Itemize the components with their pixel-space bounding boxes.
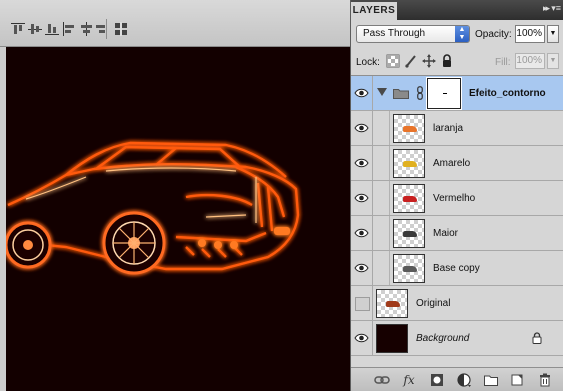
layer-thumbnail[interactable]: [393, 254, 425, 283]
layer-name: Efeito_contorno: [469, 88, 546, 99]
fill-slider-arrow-icon[interactable]: ▼: [547, 53, 559, 69]
document-image[interactable]: [6, 47, 350, 391]
tab-layers[interactable]: LAYERS: [351, 2, 397, 20]
visibility-eye-icon[interactable]: [351, 251, 373, 285]
layer-name: Original: [416, 298, 451, 309]
panel-tab-bar: LAYERS ▸▸ ▾≡: [351, 0, 563, 20]
layer-name: Base copy: [433, 263, 480, 274]
dropdown-arrows-icon: ▲ ▼: [455, 26, 469, 42]
fill-label: Fill:: [495, 57, 511, 68]
blend-mode-value: Pass Through: [363, 28, 426, 39]
layer-mask-icon[interactable]: [429, 372, 445, 388]
mask-link-chain-icon[interactable]: [417, 86, 423, 100]
panel-menu-icon[interactable]: ▾≡: [551, 3, 561, 14]
layers-panel: LAYERS ▸▸ ▾≡ Pass Through ▲ ▼ Opacity: 10…: [350, 0, 563, 391]
layer-row-original[interactable]: Original: [351, 286, 563, 321]
document-canvas[interactable]: [0, 47, 350, 391]
lock-label: Lock:: [356, 57, 380, 68]
layer-row-vermelho[interactable]: Vermelho: [351, 181, 563, 216]
collapse-panel-icon[interactable]: ▸▸: [543, 3, 550, 14]
opacity-slider-arrow-icon[interactable]: ▼: [547, 25, 559, 43]
layer-thumbnail[interactable]: [393, 184, 425, 213]
visibility-eye-icon[interactable]: [351, 321, 373, 355]
visibility-eye-icon[interactable]: [351, 111, 373, 145]
group-indent: [374, 146, 390, 180]
opacity-input[interactable]: 100%: [515, 25, 545, 43]
layer-row-base-copy[interactable]: Base copy: [351, 251, 563, 286]
align-horizontal-centers-icon[interactable]: [78, 21, 94, 37]
layer-name: Background: [416, 333, 470, 344]
lock-all-icon[interactable]: [440, 54, 454, 68]
visibility-eye-icon[interactable]: [351, 181, 373, 215]
new-layer-icon[interactable]: [509, 372, 525, 388]
align-bottom-edges-icon[interactable]: [44, 21, 60, 37]
layer-thumbnail[interactable]: [376, 324, 408, 353]
new-group-icon[interactable]: [483, 372, 499, 388]
layer-thumbnail[interactable]: [376, 289, 408, 318]
layer-name: laranja: [433, 123, 464, 134]
align-top-edges-icon[interactable]: [10, 21, 26, 37]
group-indent: [374, 216, 390, 250]
layers-list: Efeito_contorno laranja Amarelo Vermelho…: [351, 75, 563, 356]
layer-row-background[interactable]: Background: [351, 321, 563, 356]
layer-thumbnail[interactable]: [393, 219, 425, 248]
visibility-eye-icon[interactable]: [351, 146, 373, 180]
fill-input[interactable]: 100%: [515, 53, 545, 69]
group-indent: [374, 181, 390, 215]
neon-car-artwork: [6, 141, 300, 275]
opacity-label: Opacity:: [475, 29, 512, 40]
align-left-edges-icon[interactable]: [61, 21, 77, 37]
layer-thumbnail[interactable]: [393, 149, 425, 178]
fx-icon[interactable]: fx: [401, 372, 417, 388]
lock-image-pixels-icon[interactable]: [404, 54, 418, 68]
options-separator: [106, 19, 107, 39]
visibility-toggle-off[interactable]: [351, 286, 373, 320]
lock-icon: [532, 332, 542, 344]
adjustment-layer-icon[interactable]: [456, 372, 472, 388]
blend-mode-select[interactable]: Pass Through ▲ ▼: [356, 25, 470, 43]
layer-row-amarelo[interactable]: Amarelo: [351, 146, 563, 181]
folder-icon: [393, 88, 409, 99]
layer-name: Vermelho: [433, 193, 476, 204]
layers-panel-footer: fx: [351, 367, 563, 391]
link-layers-icon[interactable]: [374, 372, 390, 388]
lock-transparent-pixels-icon[interactable]: [386, 54, 400, 68]
group-indent: [374, 111, 390, 145]
layer-row-efeito-contorno[interactable]: Efeito_contorno: [351, 76, 563, 111]
trash-icon[interactable]: [537, 372, 553, 388]
layer-thumbnail[interactable]: [393, 114, 425, 143]
expand-group-triangle-icon[interactable]: [377, 88, 387, 96]
align-vertical-centers-icon[interactable]: [27, 21, 43, 37]
layer-mask-thumbnail[interactable]: [426, 77, 462, 110]
layer-name: Amarelo: [433, 158, 471, 169]
auto-align-layers-icon[interactable]: [113, 21, 129, 37]
group-indent: [374, 251, 390, 285]
layer-name: Maior: [433, 228, 459, 239]
lock-position-icon[interactable]: [422, 54, 436, 68]
layer-row-maior[interactable]: Maior: [351, 216, 563, 251]
options-bar: [0, 0, 350, 47]
visibility-eye-icon[interactable]: [351, 216, 373, 250]
visibility-eye-icon[interactable]: [351, 76, 373, 110]
layer-row-laranja[interactable]: laranja: [351, 111, 563, 146]
